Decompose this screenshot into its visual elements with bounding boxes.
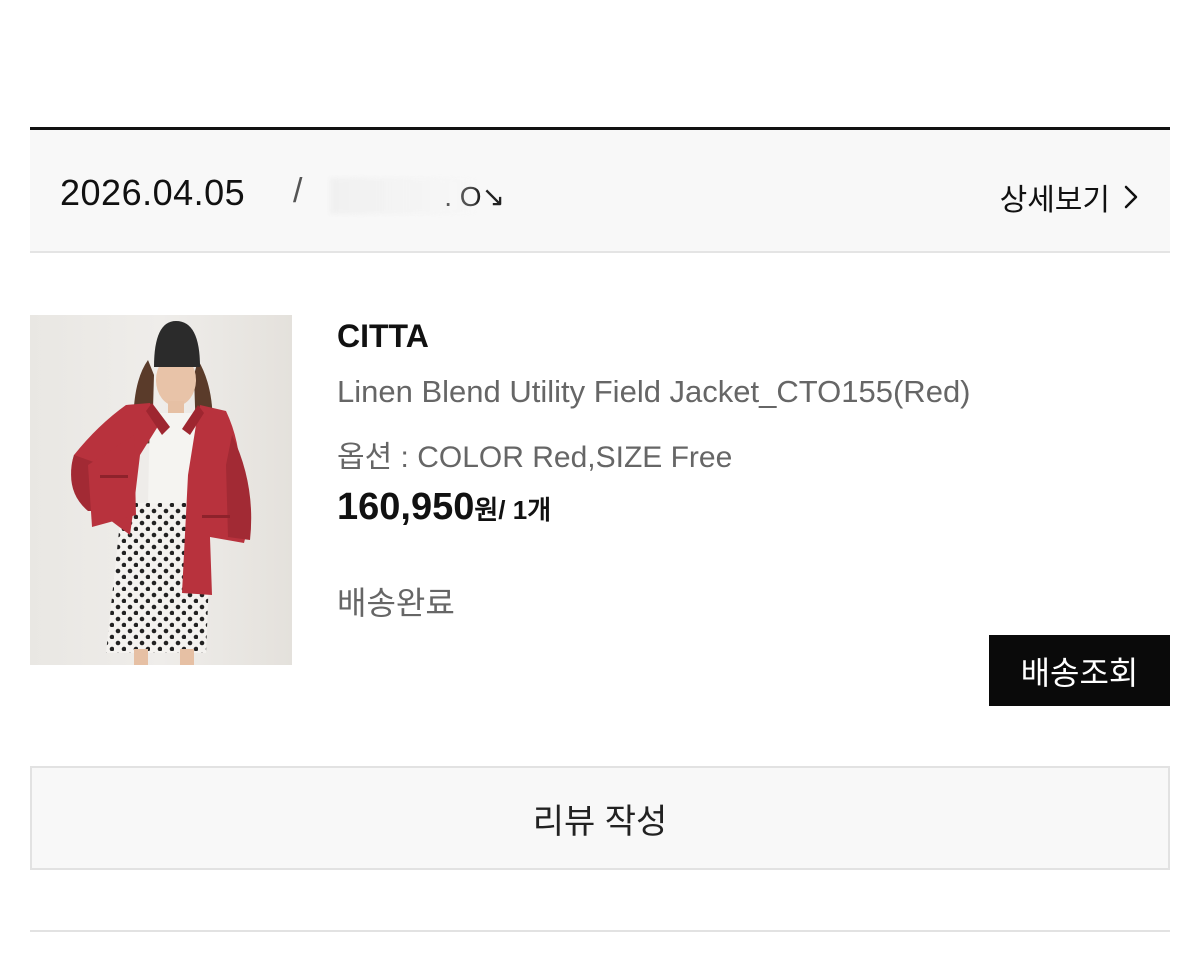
product-option: 옵션 : COLOR Red,SIZE Free xyxy=(337,441,733,474)
product-image[interactable] xyxy=(30,315,292,665)
order-header: 2026.04.05 / . O↘ 상세보기 xyxy=(30,130,1170,253)
price-amount: 160,950 xyxy=(337,486,475,528)
redacted-area xyxy=(330,178,475,214)
bottom-divider xyxy=(30,930,1170,932)
write-review-button[interactable]: 리뷰 작성 xyxy=(30,766,1170,870)
delivery-status: 배송완료 xyxy=(337,585,455,621)
chevron-right-icon xyxy=(1124,185,1138,209)
order-separator: / xyxy=(293,172,303,210)
order-number: . O↘ xyxy=(330,178,580,214)
order-detail-link[interactable]: 상세보기 xyxy=(1000,175,1142,219)
product-photo-icon xyxy=(30,315,292,665)
order-date: 2026.04.05 xyxy=(60,172,246,213)
price-line: 160,950 원 / 1개 xyxy=(337,486,551,529)
detail-label: 상세보기 xyxy=(999,184,1110,217)
product-name[interactable]: Linen Blend Utility Field Jacket_CTO155(… xyxy=(337,374,971,410)
brand-name[interactable]: CITTA xyxy=(337,318,429,355)
quantity: / 1개 xyxy=(498,495,552,525)
price-currency: 원 xyxy=(474,495,499,525)
track-delivery-button[interactable]: 배송조회 xyxy=(989,635,1170,706)
